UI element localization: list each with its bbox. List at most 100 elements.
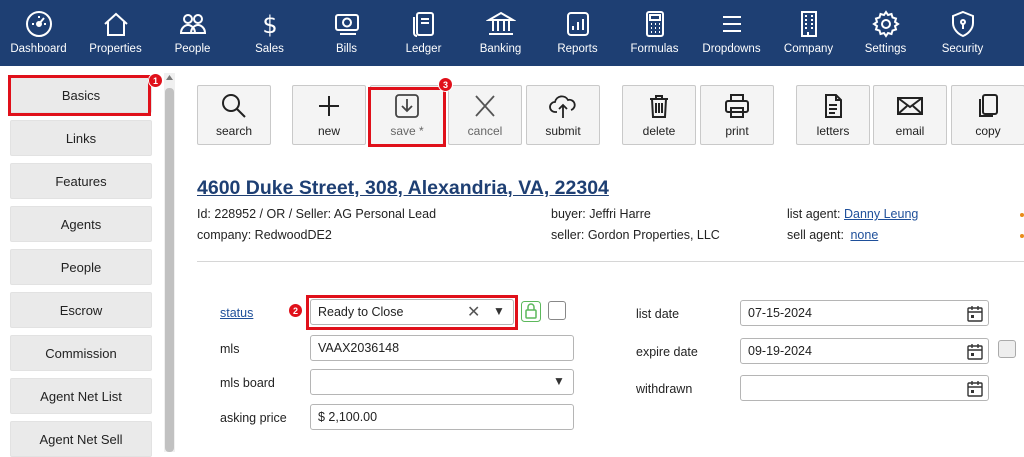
sidebar-scrollbar-thumb[interactable] — [165, 88, 174, 452]
sidebar-item-agents[interactable]: Agents — [10, 206, 152, 242]
withdrawn-label: withdrawn — [636, 382, 693, 396]
asking-price-input[interactable]: $ 2,100.00 — [310, 404, 574, 430]
property-address-link[interactable]: 4600 Duke Street, 308, Alexandria, VA, 2… — [197, 177, 609, 200]
nav-dashboard[interactable]: Dashboard — [0, 0, 77, 66]
email-button-label: email — [895, 124, 925, 138]
nav-sales[interactable]: $ Sales — [231, 0, 308, 66]
list-date-input[interactable]: 07-15-2024 — [740, 300, 989, 326]
sidebar-item-links[interactable]: Links — [10, 120, 152, 156]
status-indicator-dot — [1020, 234, 1024, 238]
dollar-icon: $ — [262, 11, 277, 39]
bar-chart-icon — [566, 12, 589, 36]
company-line: company: RedwoodDE2 — [197, 228, 332, 242]
search-icon — [222, 94, 246, 118]
list-agent-label: list agent: — [787, 207, 841, 221]
status-link[interactable]: status — [220, 306, 253, 320]
nav-reports[interactable]: Reports — [539, 0, 616, 66]
nav-label: Dashboard — [10, 43, 67, 55]
list-date-label: list date — [636, 307, 680, 321]
calendar-icon[interactable] — [967, 343, 983, 360]
nav-label: Dropdowns — [702, 43, 761, 55]
chevron-down-icon[interactable]: ▼ — [553, 374, 565, 388]
scroll-up-arrow-icon[interactable] — [165, 73, 174, 83]
nav-label: Bills — [335, 43, 358, 55]
list-agent-link[interactable]: Danny Leung — [844, 207, 918, 221]
trash-icon — [650, 95, 668, 118]
expire-date-input[interactable]: 09-19-2024 — [740, 338, 989, 364]
nav-security[interactable]: Security — [924, 0, 1001, 66]
email-button[interactable]: email — [873, 85, 947, 145]
nav-ledger[interactable]: Ledger — [385, 0, 462, 66]
cancel-button[interactable]: cancel — [448, 85, 522, 145]
list-date-value: 07-15-2024 — [748, 306, 812, 320]
status-checkbox[interactable] — [548, 301, 566, 320]
nav-label: Ledger — [405, 43, 442, 55]
print-button-label: print — [725, 124, 749, 138]
callout-badge-2: 2 — [288, 303, 303, 318]
list-agent-row: list agent: Danny Leung — [787, 207, 918, 221]
envelope-icon — [897, 97, 923, 115]
calendar-icon[interactable] — [967, 380, 983, 397]
nav-formulas[interactable]: Formulas — [616, 0, 693, 66]
mls-input[interactable]: VAAX2036148 — [310, 335, 574, 361]
expire-date-checkbox[interactable] — [998, 340, 1016, 358]
sidebar-item-agent-net-list[interactable]: Agent Net List — [10, 378, 152, 414]
sidebar-item-commission[interactable]: Commission — [10, 335, 152, 371]
nav-label: Reports — [557, 43, 598, 55]
sidebar-item-label: Features — [55, 173, 107, 189]
shield-lock-icon — [951, 10, 974, 38]
nav-dropdowns[interactable]: Dropdowns — [693, 0, 770, 66]
delete-button[interactable]: delete — [622, 85, 696, 145]
nav-settings[interactable]: Settings — [847, 0, 924, 66]
withdrawn-date-input[interactable] — [740, 375, 989, 401]
buyer-line: buyer: Jeffri Harre — [551, 207, 651, 221]
nav-label: Sales — [255, 43, 284, 55]
sidebar-item-label: Agent Net List — [40, 388, 122, 404]
sidebar-item-label: Links — [65, 130, 97, 146]
sidebar-item-label: Agents — [60, 216, 102, 232]
sidebar-item-people[interactable]: People — [10, 249, 152, 285]
letters-button[interactable]: letters — [796, 85, 870, 145]
nav-label: Formulas — [630, 43, 679, 55]
printer-icon — [725, 94, 749, 118]
expire-date-label: expire date — [636, 345, 698, 359]
submit-button-label: submit — [545, 124, 581, 138]
sell-agent-link[interactable]: none — [850, 228, 878, 242]
bills-money-icon — [334, 14, 359, 35]
plus-icon — [319, 96, 339, 116]
delete-button-label: delete — [642, 124, 676, 138]
cloud-upload-icon — [549, 95, 576, 118]
copy-icon — [979, 94, 998, 117]
bank-icon — [485, 11, 516, 35]
sidebar-item-features[interactable]: Features — [10, 163, 152, 199]
nav-properties[interactable]: Properties — [77, 0, 154, 66]
callout-badge-3: 3 — [438, 77, 453, 92]
house-icon — [103, 12, 128, 36]
search-button-label: search — [215, 124, 253, 138]
expire-date-value: 09-19-2024 — [748, 344, 812, 358]
sidebar-item-escrow[interactable]: Escrow — [10, 292, 152, 328]
nav-people[interactable]: People — [154, 0, 231, 66]
mls-input-value: VAAX2036148 — [318, 341, 400, 355]
mls-board-select[interactable]: ▼ — [310, 369, 574, 395]
submit-button[interactable]: submit — [526, 85, 600, 145]
seller-line: seller: Gordon Properties, LLC — [551, 228, 720, 242]
callout-badge-1: 1 — [148, 73, 163, 88]
highlight-box-save — [368, 87, 446, 147]
new-button[interactable]: new — [292, 85, 366, 145]
nav-banking[interactable]: Banking — [462, 0, 539, 66]
lock-icon[interactable] — [521, 301, 541, 322]
close-icon — [475, 95, 495, 117]
nav-bills[interactable]: Bills — [308, 0, 385, 66]
copy-button[interactable]: copy — [951, 85, 1024, 145]
nav-label: People — [174, 43, 211, 55]
calendar-icon[interactable] — [967, 305, 983, 322]
search-button[interactable]: search — [197, 85, 271, 145]
sidebar-item-label: Commission — [45, 345, 117, 361]
asking-price-value: $ 2,100.00 — [318, 410, 378, 424]
asking-price-label: asking price — [220, 411, 287, 425]
print-button[interactable]: print — [700, 85, 774, 145]
nav-company[interactable]: Company — [770, 0, 847, 66]
ledger-book-icon — [412, 12, 434, 37]
nav-label: Company — [783, 43, 834, 55]
